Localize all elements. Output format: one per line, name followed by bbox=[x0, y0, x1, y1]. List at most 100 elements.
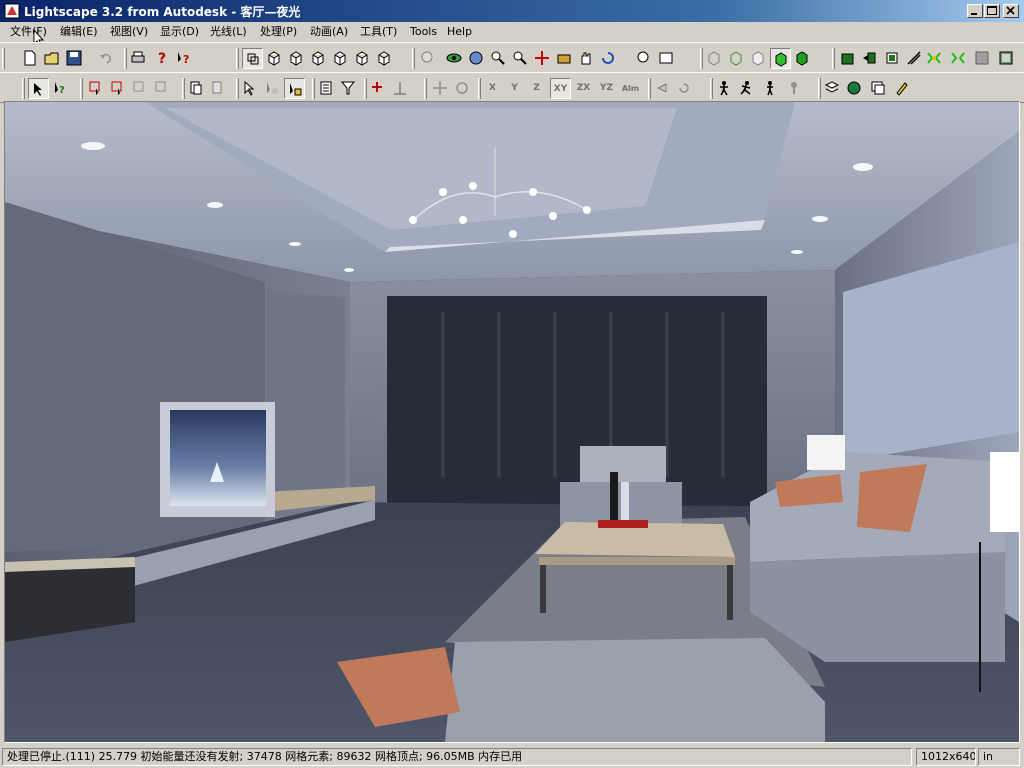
toolbar-grip[interactable] bbox=[424, 78, 427, 99]
toolbar-grip[interactable] bbox=[2, 48, 5, 69]
zoom-icon[interactable] bbox=[510, 48, 531, 69]
new-file-icon[interactable] bbox=[20, 48, 41, 69]
menu-process[interactable]: 处理(P) bbox=[258, 24, 299, 40]
axis-zx-button[interactable]: ZX bbox=[573, 78, 594, 99]
stand-person-icon[interactable] bbox=[760, 78, 781, 99]
menu-view[interactable]: 视图(V) bbox=[108, 24, 150, 40]
render-viewport[interactable] bbox=[4, 101, 1020, 743]
cube-view-1-icon[interactable] bbox=[264, 48, 285, 69]
walk-icon[interactable] bbox=[466, 48, 487, 69]
menu-light[interactable]: 光线(L) bbox=[208, 24, 249, 40]
toolbar-grip[interactable] bbox=[412, 48, 415, 69]
green-box-icon[interactable] bbox=[838, 48, 859, 69]
menu-edit[interactable]: 编辑(E) bbox=[58, 24, 100, 40]
context-help-icon[interactable]: ? bbox=[174, 48, 195, 69]
layers-icon[interactable] bbox=[822, 78, 843, 99]
cube-view-4-icon[interactable] bbox=[330, 48, 351, 69]
axis-z-button[interactable]: Z bbox=[526, 78, 547, 99]
list-icon[interactable] bbox=[316, 78, 337, 99]
app-icon[interactable] bbox=[4, 3, 20, 19]
rotate-icon[interactable] bbox=[598, 48, 619, 69]
open-folder-icon[interactable] bbox=[42, 48, 63, 69]
arrow-box-icon[interactable] bbox=[860, 48, 881, 69]
solid-cube-icon[interactable] bbox=[792, 48, 813, 69]
paste-page-icon[interactable] bbox=[208, 78, 229, 99]
toolbar-grip[interactable] bbox=[818, 78, 821, 99]
cube-view-5-icon[interactable] bbox=[352, 48, 373, 69]
close-button[interactable] bbox=[1003, 4, 1019, 18]
select-arrow-icon[interactable] bbox=[28, 78, 49, 99]
deselect-crossing-icon[interactable] bbox=[152, 78, 173, 99]
deselect-window-icon[interactable] bbox=[130, 78, 151, 99]
wireframe-cube-icon[interactable] bbox=[704, 48, 725, 69]
light-source-icon[interactable] bbox=[924, 48, 945, 69]
toolbar-grip[interactable] bbox=[80, 78, 83, 99]
hand-icon[interactable] bbox=[576, 48, 597, 69]
axis-yz-button[interactable]: YZ bbox=[596, 78, 617, 99]
toolbar-grip[interactable] bbox=[832, 48, 835, 69]
menu-animate[interactable]: 动画(A) bbox=[308, 24, 350, 40]
toolbar-grip[interactable] bbox=[236, 48, 239, 69]
toolbar-grip[interactable] bbox=[648, 78, 651, 99]
walk-person-icon[interactable] bbox=[714, 78, 735, 99]
pin-icon[interactable] bbox=[784, 78, 805, 99]
back-icon[interactable] bbox=[652, 78, 673, 99]
move-vertex-icon[interactable] bbox=[390, 78, 411, 99]
pick-arrow-icon[interactable] bbox=[240, 78, 261, 99]
zoom-extents-icon[interactable] bbox=[418, 48, 439, 69]
filter-icon[interactable] bbox=[338, 78, 359, 99]
help-question-icon[interactable]: ? bbox=[152, 48, 173, 69]
print-icon[interactable] bbox=[128, 48, 149, 69]
window-copy-icon[interactable] bbox=[868, 78, 889, 99]
menu-tools[interactable]: Tools bbox=[408, 24, 439, 40]
query-icon[interactable]: ? bbox=[50, 78, 71, 99]
cube-view-2-icon[interactable] bbox=[286, 48, 307, 69]
menu-tools-cn[interactable]: 工具(T) bbox=[358, 24, 399, 40]
toolbar-grip[interactable] bbox=[478, 78, 481, 99]
pick-surface-icon[interactable] bbox=[262, 78, 283, 99]
title-bar[interactable]: Lightscape 3.2 from Autodesk - 客厅—夜光 bbox=[0, 0, 1024, 22]
axis-xy-button[interactable]: XY bbox=[550, 78, 571, 99]
cube-view-6-icon[interactable] bbox=[374, 48, 395, 69]
toolbar-grip[interactable] bbox=[700, 48, 703, 69]
zoom-in-icon[interactable] bbox=[488, 48, 509, 69]
layer-box-icon[interactable] bbox=[882, 48, 903, 69]
menu-help[interactable]: Help bbox=[445, 24, 474, 40]
menu-display[interactable]: 显示(D) bbox=[158, 24, 201, 40]
copy-page-icon[interactable] bbox=[186, 78, 207, 99]
green-wire-cube-icon[interactable] bbox=[726, 48, 747, 69]
light-green-icon[interactable] bbox=[948, 48, 969, 69]
axis-x-button[interactable]: X bbox=[482, 78, 503, 99]
orbit-eye-icon[interactable] bbox=[444, 48, 465, 69]
rotate-object-icon[interactable] bbox=[452, 78, 473, 99]
shaded-cube-icon[interactable] bbox=[770, 48, 791, 69]
hidden-line-cube-icon[interactable] bbox=[748, 48, 769, 69]
pan-icon[interactable] bbox=[532, 48, 553, 69]
move-icon[interactable] bbox=[430, 78, 451, 99]
toolbar-grip[interactable] bbox=[182, 78, 185, 99]
toolbar-grip[interactable] bbox=[124, 48, 127, 69]
select-crossing-icon[interactable] bbox=[108, 78, 129, 99]
paint-icon[interactable] bbox=[892, 78, 913, 99]
toolbar-grip[interactable] bbox=[236, 78, 239, 99]
diagonal-line-icon[interactable] bbox=[904, 48, 925, 69]
undo-icon[interactable] bbox=[96, 48, 117, 69]
run-person-icon[interactable] bbox=[736, 78, 757, 99]
texture-box-icon[interactable] bbox=[996, 48, 1017, 69]
cube-view-3-icon[interactable] bbox=[308, 48, 329, 69]
select-view-icon[interactable] bbox=[242, 48, 263, 69]
maximize-button[interactable] bbox=[984, 4, 1000, 18]
add-object-icon[interactable] bbox=[368, 78, 389, 99]
axis-y-button[interactable]: Y bbox=[504, 78, 525, 99]
camera-icon[interactable] bbox=[554, 48, 575, 69]
zoom-window-icon[interactable] bbox=[634, 48, 655, 69]
save-disk-icon[interactable] bbox=[64, 48, 85, 69]
toolbar-grip[interactable] bbox=[312, 78, 315, 99]
axis-alm-button[interactable]: Alm bbox=[620, 78, 641, 99]
pick-object-icon[interactable] bbox=[284, 78, 305, 99]
select-window-icon[interactable] bbox=[86, 78, 107, 99]
minimize-button[interactable] bbox=[967, 4, 983, 18]
toolbar-grip[interactable] bbox=[22, 78, 25, 99]
toolbar-grip[interactable] bbox=[364, 78, 367, 99]
grey-box-icon[interactable] bbox=[972, 48, 993, 69]
